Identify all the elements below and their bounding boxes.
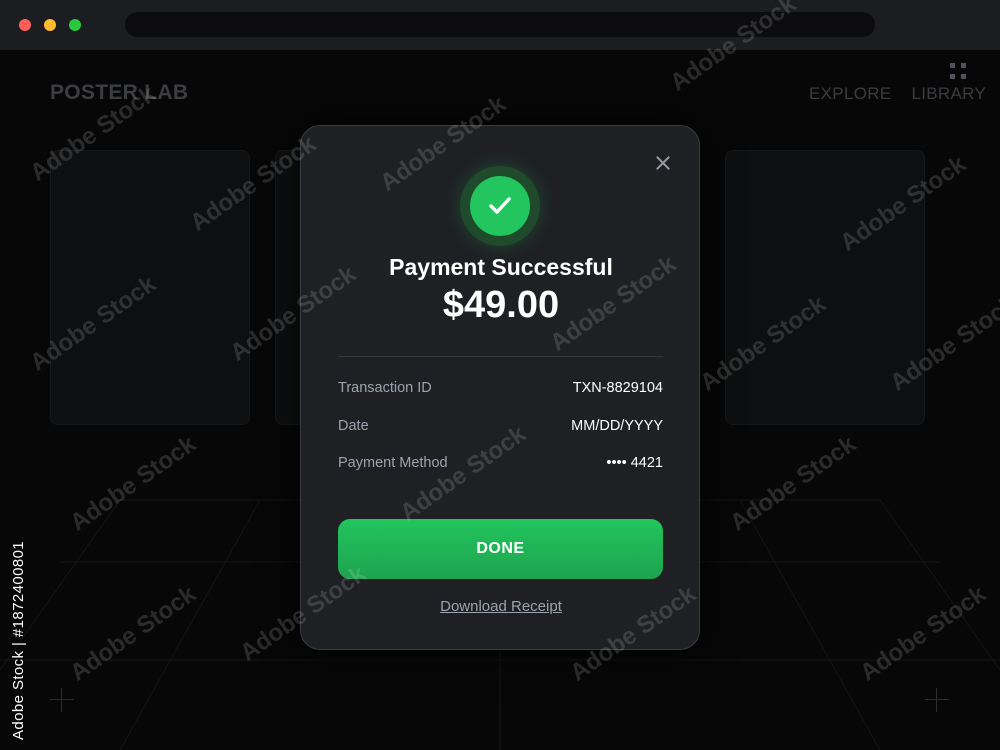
detail-value: TXN-8829104 — [572, 380, 663, 396]
close-icon[interactable] — [653, 153, 673, 173]
detail-row-payment-method: Payment Method •••• 4421 — [338, 455, 663, 475]
done-button[interactable]: DONE — [338, 519, 663, 579]
payment-success-modal: Payment Successful $49.00 Transaction ID… — [300, 125, 700, 650]
payment-amount: $49.00 — [442, 284, 560, 326]
top-nav: EXPLORE LIBRARY — [809, 84, 986, 104]
browser-titlebar — [0, 0, 1000, 50]
corner-plus-icon — [50, 688, 74, 712]
detail-label: Payment Method — [338, 455, 448, 471]
detail-value: MM/DD/YYYY — [571, 418, 663, 434]
poster-card[interactable] — [50, 150, 250, 425]
window-minimize-dot[interactable] — [44, 19, 56, 31]
window-close-dot[interactable] — [19, 19, 31, 31]
corner-plus-icon — [925, 688, 949, 712]
app-brand[interactable]: POSTER LAB — [50, 81, 188, 105]
window-maximize-dot[interactable] — [69, 19, 81, 31]
download-receipt-link[interactable]: Download Receipt — [301, 598, 701, 615]
detail-label: Date — [338, 418, 369, 434]
check-icon — [470, 176, 530, 236]
divider — [338, 356, 663, 357]
detail-value: •••• 4421 — [606, 455, 663, 471]
detail-row-date: Date MM/DD/YYYY — [338, 418, 663, 438]
success-badge — [460, 166, 540, 246]
detail-label: Transaction ID — [338, 380, 432, 396]
detail-row-transaction: Transaction ID TXN-8829104 — [338, 380, 663, 400]
address-bar[interactable] — [125, 12, 875, 37]
nav-explore[interactable]: EXPLORE — [809, 84, 891, 104]
stock-id-label: Adobe Stock | #1872400801 — [10, 540, 27, 740]
modal-title: Payment Successful — [389, 254, 613, 280]
poster-card[interactable] — [725, 150, 925, 425]
apps-grid-icon[interactable] — [950, 63, 968, 81]
nav-library[interactable]: LIBRARY — [911, 84, 986, 104]
